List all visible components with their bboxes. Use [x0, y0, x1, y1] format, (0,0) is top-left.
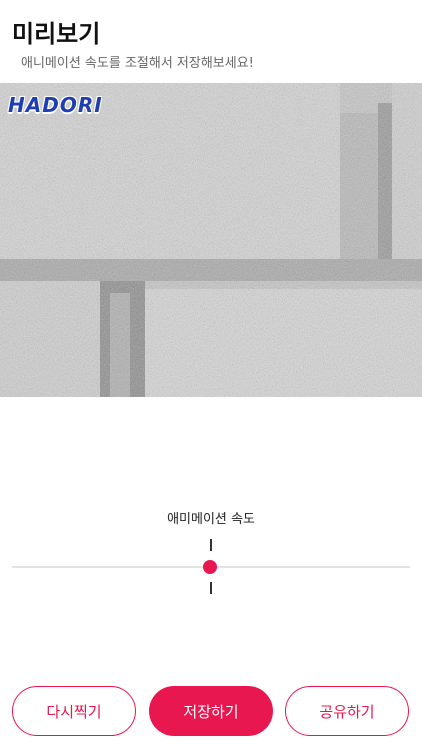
- hadori-logo: HADORI: [8, 93, 103, 117]
- share-button[interactable]: 공유하기: [285, 686, 409, 736]
- retake-button[interactable]: 다시찍기: [12, 686, 136, 736]
- speed-tick-top: [210, 539, 212, 551]
- save-button[interactable]: 저장하기: [149, 686, 273, 736]
- speed-slider-thumb[interactable]: [203, 560, 217, 574]
- speed-label: 애미메이션 속도: [167, 512, 255, 527]
- preview-image: HADORI: [0, 83, 422, 397]
- speed-tick-bottom: [210, 582, 212, 594]
- page-subtitle: 애니메이션 속도를 조절해서 저장해보세요!: [21, 56, 254, 71]
- brick-wall-image: [0, 83, 422, 397]
- page-title: 미리보기: [12, 20, 101, 48]
